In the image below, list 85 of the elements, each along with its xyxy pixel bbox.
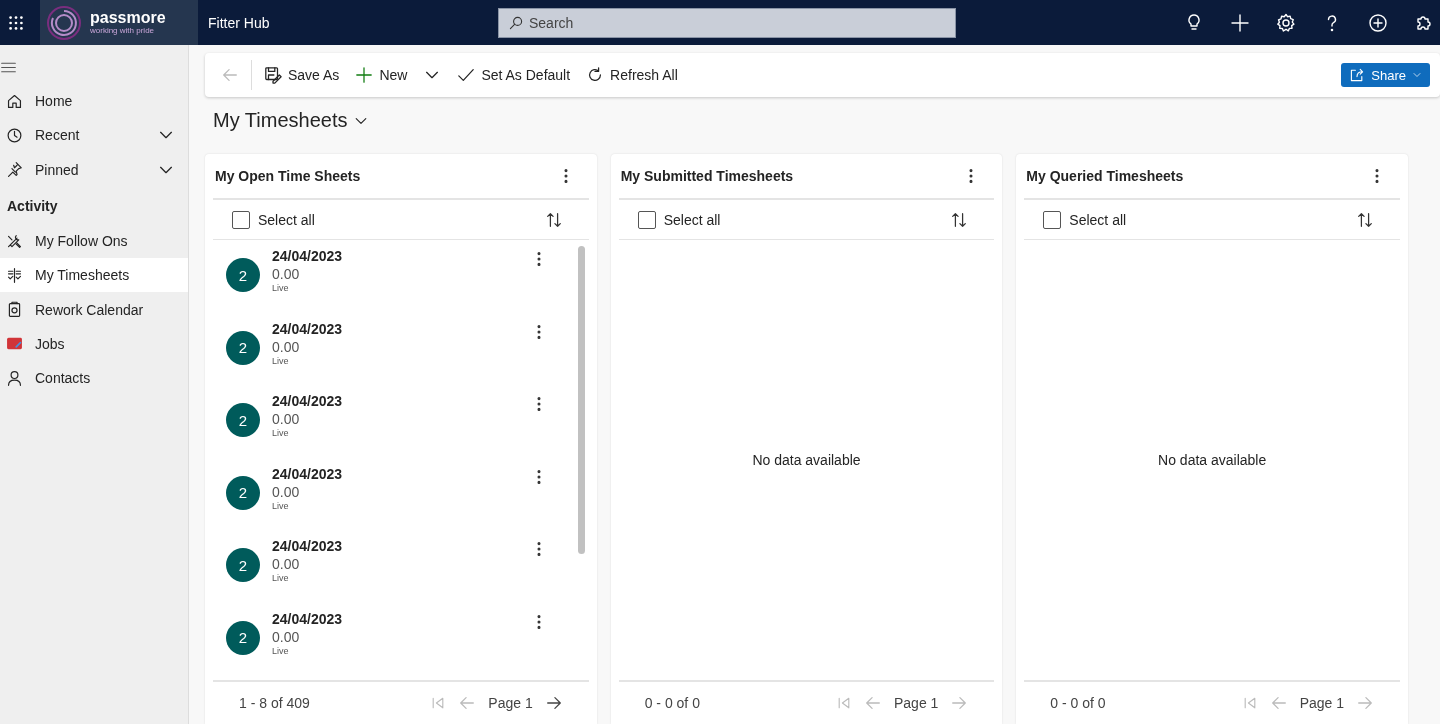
avatar: 2 xyxy=(226,548,260,582)
command-button[interactable]: Refresh All xyxy=(580,62,684,88)
avatar: 2 xyxy=(226,475,260,510)
select-all-checkbox[interactable] xyxy=(1043,210,1062,229)
empty-message: No data available xyxy=(1158,452,1267,468)
share-button[interactable]: Share xyxy=(1341,63,1430,87)
app-launcher-icon[interactable] xyxy=(7,13,25,32)
add-circle-icon[interactable] xyxy=(1368,12,1388,33)
sort-icon[interactable] xyxy=(950,210,969,229)
company-logo[interactable]: passmore working with pride xyxy=(40,0,198,45)
avatar: 2 xyxy=(226,330,260,365)
record-date[interactable]: 24/04/2023 xyxy=(272,392,518,410)
avatar: 2 xyxy=(226,258,260,292)
page-number: Page 1 xyxy=(893,695,939,711)
record-date[interactable]: 24/04/2023 xyxy=(272,319,518,338)
page-number: Page 1 xyxy=(1299,695,1344,711)
command-button[interactable]: New xyxy=(349,62,414,88)
record-date[interactable]: 24/04/2023 xyxy=(272,464,518,483)
empty-message: No data available xyxy=(752,452,861,468)
nav-item[interactable]: Recent xyxy=(0,118,188,153)
panel-title: My Queried Timesheets xyxy=(1026,168,1185,184)
sort-icon[interactable] xyxy=(1356,210,1374,229)
record-status: Live xyxy=(272,283,290,293)
record-count: 1 - 8 of 409 xyxy=(239,695,311,711)
record-status: Live xyxy=(272,573,290,583)
search-field[interactable]: Search xyxy=(498,7,956,38)
tools-icon xyxy=(6,232,23,250)
select-all-checkbox[interactable] xyxy=(637,210,656,229)
chevron-icon xyxy=(1412,70,1422,80)
record-date[interactable]: 24/04/2023 xyxy=(272,537,518,555)
nav-item[interactable]: Jobs xyxy=(0,326,188,362)
nav-item[interactable]: Rework Calendar xyxy=(0,292,188,327)
logo-tagline: working with pride xyxy=(90,25,155,36)
person-icon xyxy=(6,369,23,387)
ring-logo-icon xyxy=(46,4,82,41)
record-date[interactable]: 24/04/2023 xyxy=(272,609,518,628)
settings-icon[interactable] xyxy=(1276,12,1296,33)
avatar: 2 xyxy=(226,403,260,437)
plus-icon[interactable] xyxy=(1230,12,1250,33)
pin-icon xyxy=(6,161,23,179)
command-button[interactable]: Save As xyxy=(258,62,346,88)
select-all-checkbox[interactable] xyxy=(232,210,250,229)
select-all-label[interactable]: Select all xyxy=(1069,211,1348,228)
record-status: Live xyxy=(272,645,290,656)
page-number: Page 1 xyxy=(488,695,533,711)
record-count: 0 - 0 of 0 xyxy=(644,695,701,711)
record-date[interactable]: 24/04/2023 xyxy=(272,247,518,265)
plus-icon xyxy=(355,66,374,84)
record-amount: 0.00 xyxy=(272,410,301,428)
scrollbar[interactable] xyxy=(577,246,585,554)
avatar: 2 xyxy=(226,620,260,655)
record-amount: 0.00 xyxy=(272,627,301,646)
record-status: Live xyxy=(272,500,290,511)
next-page-icon[interactable] xyxy=(544,694,563,712)
clock-icon xyxy=(6,126,23,144)
record-amount: 0.00 xyxy=(272,265,301,283)
app-name[interactable]: Fitter Hub xyxy=(208,14,498,31)
page-title: My Timesheets xyxy=(213,109,348,132)
logo-name: passmore xyxy=(90,9,166,26)
select-all-label[interactable]: Select all xyxy=(663,211,943,228)
record-count: 0 - 0 of 0 xyxy=(1050,695,1107,711)
select-all-label[interactable]: Select all xyxy=(258,211,537,228)
share-icon xyxy=(1349,67,1366,83)
command-button[interactable]: Set As Default xyxy=(451,62,577,88)
home-icon xyxy=(6,92,23,110)
record-status: Live xyxy=(272,355,290,366)
record-status: Live xyxy=(272,428,290,438)
save-icon xyxy=(264,66,282,84)
record-amount: 0.00 xyxy=(272,337,301,356)
sort-icon[interactable] xyxy=(544,210,563,229)
record-amount: 0.00 xyxy=(272,482,301,501)
panel-title: My Open Time Sheets xyxy=(215,168,362,184)
nav-section-heading: Activity xyxy=(6,196,59,216)
back-arrow-icon xyxy=(221,66,239,84)
nav-item[interactable]: My Follow Ons xyxy=(0,223,188,259)
nav-item[interactable]: My Timesheets xyxy=(0,258,188,293)
nav-item[interactable]: Pinned xyxy=(0,152,188,187)
nav-item[interactable]: Contacts xyxy=(0,361,188,396)
checkmark-icon xyxy=(457,66,476,84)
timesheet-icon xyxy=(6,266,23,284)
record-amount: 0.00 xyxy=(272,555,301,573)
search-icon xyxy=(508,14,524,31)
panel-title: My Submitted Timesheets xyxy=(620,168,795,184)
nav-item[interactable]: Home xyxy=(0,84,188,119)
clipboard-icon xyxy=(6,301,23,319)
